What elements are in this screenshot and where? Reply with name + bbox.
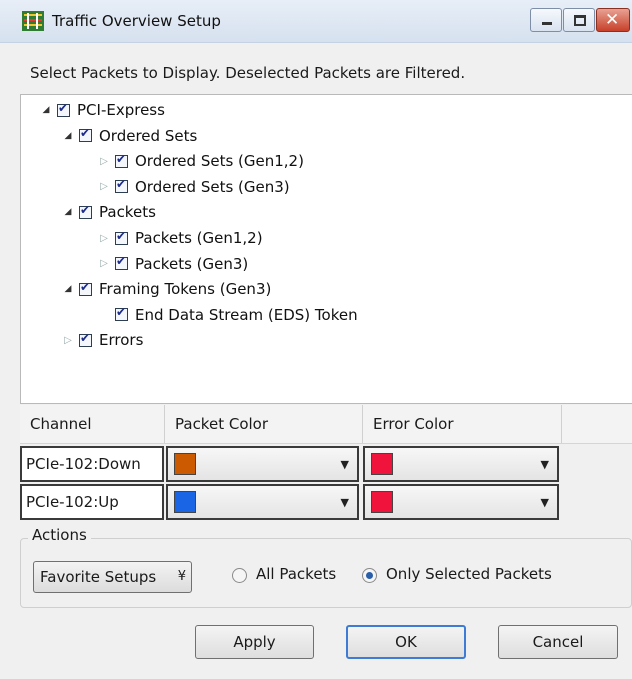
maximize-icon	[574, 15, 586, 26]
checkmark-icon: ✔	[116, 305, 127, 320]
tree-checkbox[interactable]: ✔	[115, 177, 128, 194]
collapsed-arrow-icon[interactable]: ▷	[97, 231, 111, 245]
checkmark-icon: ✔	[116, 151, 127, 166]
actions-group-title: Actions	[28, 526, 91, 544]
tree-node-label: Packets (Gen1,2)	[135, 229, 263, 247]
checkmark-icon: ✔	[116, 228, 127, 243]
expanded-arrow-icon[interactable]: ◢	[61, 129, 75, 143]
tree-node-label: End Data Stream (EDS) Token	[135, 305, 358, 324]
tree-node[interactable]: ◢ ✔ PCI-Express	[39, 99, 165, 121]
channel-cell[interactable]: PCIe-102:Down	[20, 446, 164, 482]
error-color-dropdown[interactable]: ▼	[363, 484, 559, 520]
all-packets-radio[interactable]	[232, 568, 247, 583]
collapsed-arrow-icon[interactable]: ▷	[97, 180, 111, 194]
column-header-packet-color[interactable]: Packet Color	[165, 405, 363, 443]
checkmark-icon: ✔	[116, 254, 127, 269]
only-selected-packets-label[interactable]: Only Selected Packets	[386, 565, 552, 583]
tree-checkbox[interactable]: ✔	[115, 305, 128, 322]
tree-node[interactable]: ◢ ✔ Packets	[61, 201, 156, 223]
checkmark-icon: ✔	[58, 100, 69, 115]
column-header-channel[interactable]: Channel	[20, 405, 165, 443]
tree-node[interactable]: ▷ ✔ Errors	[61, 329, 143, 351]
tree-node-label: Packets (Gen3)	[135, 254, 249, 273]
packet-color-dropdown[interactable]: ▼	[166, 484, 359, 520]
tree-node[interactable]: ◢ ✔ Ordered Sets	[61, 125, 198, 147]
collapsed-arrow-icon[interactable]: ▷	[97, 257, 111, 271]
tree-node-label: Ordered Sets	[99, 126, 198, 145]
close-button[interactable]: ✕	[596, 8, 630, 32]
checkmark-icon: ✔	[80, 202, 91, 217]
traffic-overview-setup-window: Traffic Overview Setup ✕ Select Packets …	[0, 0, 632, 679]
expander-placeholder	[97, 308, 111, 322]
minimize-button[interactable]	[530, 8, 562, 32]
ok-button[interactable]: OK	[346, 625, 466, 659]
expanded-arrow-icon[interactable]: ◢	[61, 205, 75, 219]
close-icon: ✕	[605, 10, 620, 30]
window-title: Traffic Overview Setup	[52, 12, 221, 30]
collapsed-arrow-icon[interactable]: ▷	[61, 333, 75, 347]
channel-cell[interactable]: PCIe-102:Up	[20, 484, 164, 520]
favorite-setups-button[interactable]: Favorite Setups ¥	[33, 561, 192, 593]
tree-checkbox[interactable]: ✔	[115, 254, 128, 271]
expanded-arrow-icon[interactable]: ◢	[61, 282, 75, 296]
tree-checkbox[interactable]: ✔	[57, 100, 70, 117]
dropdown-arrow-icon: ▼	[340, 496, 349, 509]
tree-node-label: Ordered Sets (Gen3)	[135, 177, 290, 196]
app-icon	[22, 11, 44, 31]
packet-color-dropdown[interactable]: ▼	[166, 446, 359, 482]
tree-node[interactable]: ▷ ✔ Packets (Gen1,2)	[97, 227, 263, 249]
only-selected-packets-radio[interactable]	[362, 568, 377, 583]
packet-color-swatch	[174, 453, 196, 475]
error-color-swatch	[371, 453, 393, 475]
instruction-text: Select Packets to Display. Deselected Pa…	[30, 64, 466, 82]
cancel-button[interactable]: Cancel	[498, 625, 618, 659]
favorite-setups-label: Favorite Setups	[40, 568, 157, 586]
tree-node-label: Errors	[99, 331, 144, 350]
collapsed-arrow-icon[interactable]: ▷	[97, 154, 111, 168]
all-packets-label[interactable]: All Packets	[256, 565, 336, 583]
tree-checkbox[interactable]: ✔	[79, 330, 92, 347]
channel-row: PCIe-102:Up ▼ ▼	[20, 484, 632, 520]
tree-node-label: Framing Tokens (Gen3)	[99, 280, 272, 299]
column-header-error-color[interactable]: Error Color	[363, 405, 562, 443]
tree-checkbox[interactable]: ✔	[79, 279, 92, 296]
dropdown-arrow-icon: ▼	[540, 496, 549, 509]
tree-node[interactable]: ▷ ✔ Ordered Sets (Gen3)	[97, 176, 290, 198]
tree-node[interactable]: ▷ ✔ Ordered Sets (Gen1,2)	[97, 150, 304, 172]
tree-node-label: Packets	[99, 203, 156, 222]
checkmark-icon: ✔	[80, 330, 91, 345]
error-color-swatch	[371, 491, 393, 513]
checkmark-icon: ✔	[80, 279, 91, 294]
dropdown-arrow-icon: ▼	[340, 458, 349, 471]
minimize-icon	[542, 22, 552, 25]
double-chevron-down-icon: ¥	[177, 569, 186, 584]
channel-row: PCIe-102:Down ▼ ▼	[20, 446, 632, 482]
tree-checkbox[interactable]: ✔	[115, 228, 128, 245]
tree-node[interactable]: ✔ End Data Stream (EDS) Token	[97, 304, 358, 326]
tree-node-label: PCI-Express	[77, 101, 165, 119]
tree-checkbox[interactable]: ✔	[115, 151, 128, 168]
packet-tree[interactable]: ◢ ✔ PCI-Express ◢ ✔ Ordered Sets ▷ ✔ Ordered Set…	[20, 94, 632, 404]
tree-node[interactable]: ◢ ✔ Framing Tokens (Gen3)	[61, 278, 272, 300]
checkmark-icon: ✔	[80, 126, 91, 141]
maximize-button[interactable]	[563, 8, 595, 32]
tree-checkbox[interactable]: ✔	[79, 202, 92, 219]
tree-checkbox[interactable]: ✔	[79, 126, 92, 143]
expanded-arrow-icon[interactable]: ◢	[39, 103, 53, 117]
title-bar[interactable]: Traffic Overview Setup ✕	[0, 0, 632, 43]
tree-node-label: Ordered Sets (Gen1,2)	[135, 152, 304, 171]
checkmark-icon: ✔	[116, 177, 127, 192]
dropdown-arrow-icon: ▼	[540, 458, 549, 471]
packet-color-swatch	[174, 491, 196, 513]
error-color-dropdown[interactable]: ▼	[363, 446, 559, 482]
channel-grid-header: Channel Packet Color Error Color	[20, 405, 632, 444]
tree-node[interactable]: ▷ ✔ Packets (Gen3)	[97, 253, 248, 275]
apply-button[interactable]: Apply	[195, 625, 314, 659]
